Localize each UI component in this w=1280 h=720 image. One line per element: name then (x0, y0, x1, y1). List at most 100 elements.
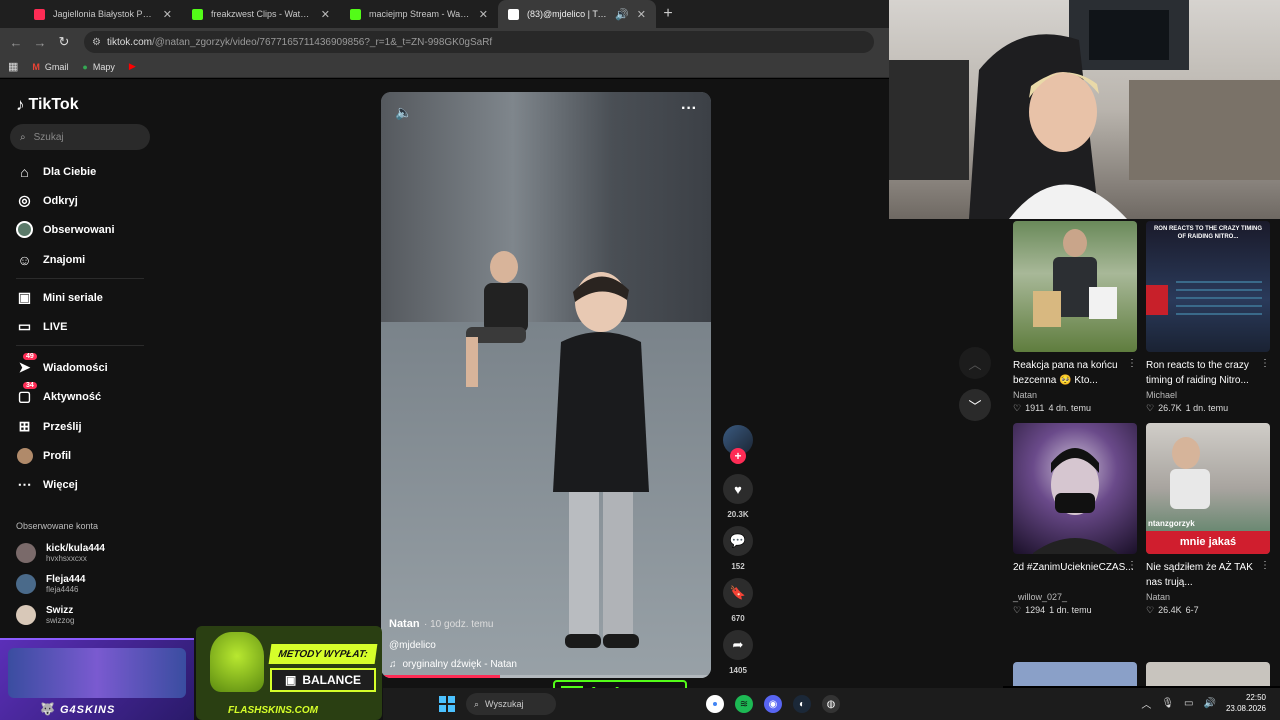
nav-item-mini-series[interactable]: ▣ Mini seriale (16, 289, 103, 306)
close-tab-icon[interactable]: ✕ (163, 8, 172, 21)
share-count: 1405 (729, 666, 747, 675)
forward-icon[interactable]: → (32, 35, 48, 50)
video-progress-bar[interactable] (381, 675, 711, 678)
url-input[interactable]: ⚙ tiktok.com/@natan_zgorzyk/video/767716… (84, 31, 874, 53)
video-progress-fill (381, 675, 500, 678)
followed-account[interactable]: Fleja444 fleja4446 (16, 574, 85, 594)
speaker-icon[interactable]: 🔊 (615, 8, 629, 21)
browser-tab[interactable]: freakzwest Clips - Watch Live o ✕ (182, 0, 340, 28)
discord-icon[interactable]: ◉ (764, 695, 782, 713)
like-button[interactable]: ♥ 20.3K (720, 474, 756, 519)
grid-video-card[interactable]: ntanzgorzyk mnie jakaś ⋮ Nie sądziłem że… (1146, 423, 1270, 616)
video-thumbnail-partial[interactable] (1146, 662, 1270, 686)
nav-item-upload[interactable]: ⊞ Prześlij (16, 418, 82, 435)
maps-pin-icon: ● (82, 61, 88, 72)
bookmark-gmail[interactable]: M Gmail (32, 62, 68, 72)
close-tab-icon[interactable]: ✕ (479, 8, 488, 21)
comment-button[interactable]: 💬 152 (720, 526, 756, 571)
nav-item-explore[interactable]: ◎ Odkryj (16, 192, 77, 209)
url-path: /@natan_zgorzyk/video/767716571143690985… (151, 36, 493, 48)
video-thumbnail: RON REACTS TO THE CRAZY TIMING OF RAIDIN… (1146, 221, 1270, 352)
nav-item-friends[interactable]: ☺ Znajomi (16, 251, 85, 268)
volume-icon[interactable]: 🔈 (395, 104, 412, 121)
chrome-icon[interactable] (706, 695, 724, 713)
grid-video-card[interactable]: ⋮ Reakcja pana na końcu bezcenna 🥺 Kto..… (1013, 221, 1137, 414)
apps-icon[interactable]: ▦ (8, 60, 18, 73)
followed-account[interactable]: Swizz swizzog (16, 605, 74, 625)
obs-icon[interactable]: ◍ (822, 695, 840, 713)
save-button[interactable]: 🔖 670 (720, 578, 756, 623)
tab-title: freakzwest Clips - Watch Live o (211, 9, 313, 19)
tray-chevron-up-icon[interactable]: ︿ (1141, 696, 1151, 711)
bookmark-maps[interactable]: ● Mapy (82, 62, 114, 72)
thumb-caption: mnie jakaś (1146, 531, 1270, 554)
nav-item-activity[interactable]: ▢ 34 Aktywność (16, 382, 101, 405)
reload-icon[interactable]: ↻ (56, 34, 72, 50)
bookmark-youtube[interactable]: ▶ (129, 61, 136, 72)
flashskins-banner: METODY WYPŁAT: ▣ BALANCE FLASHSKINS.COM (196, 626, 382, 720)
sound-label: oryginalny dźwięk - Natan (402, 659, 518, 670)
thumb-handle: ntanzgorzyk (1148, 519, 1195, 528)
chevron-down-icon: ﹀ (968, 398, 982, 414)
browser-tab[interactable]: Jagiellonia Białystok PFR (@jag ✕ (24, 0, 182, 28)
volume-icon[interactable]: 🔊 (1204, 698, 1216, 709)
card-more-icon[interactable]: ⋮ (1127, 358, 1137, 369)
next-video-button[interactable]: ﹀ (959, 389, 991, 421)
card-author: Natan (1013, 390, 1038, 400)
activity-icon: ▢ 34 (16, 382, 37, 405)
back-icon[interactable]: ← (8, 35, 24, 50)
card-more-icon[interactable]: ⋮ (1260, 358, 1270, 369)
close-tab-icon[interactable]: ✕ (637, 8, 646, 21)
video-person (553, 272, 649, 648)
account-handle: hvxhsxxcxx (46, 554, 87, 563)
followed-account[interactable]: kick/kula444 hvxhsxxcxx (16, 543, 105, 563)
site-info-icon[interactable]: ⚙ (92, 37, 101, 48)
video-thumbnail-partial[interactable] (1013, 662, 1137, 686)
steam-icon[interactable]: ◐ (793, 695, 811, 713)
tiktok-logo[interactable]: ♪ TikTok (16, 95, 79, 115)
spotify-icon[interactable]: ≋ (735, 695, 753, 713)
messages-badge: 49 (23, 353, 37, 360)
nav-item-messages[interactable]: ➤ 49 Wiadomości (16, 353, 108, 376)
heart-icon: ♡ (1013, 403, 1022, 413)
nav-item-profile[interactable]: Profil (16, 447, 71, 464)
nav-item-more[interactable]: ⋯ Więcej (16, 476, 78, 493)
windows-start-icon[interactable] (439, 696, 455, 712)
follow-plus-icon[interactable]: + (730, 448, 746, 464)
bookmarks-bar: ▦ M Gmail ● Mapy ▶ (0, 56, 889, 78)
clock[interactable]: 22:50 23.08.2026 (1226, 692, 1266, 714)
share-icon: ➦ (723, 630, 753, 660)
search-placeholder: Szukaj (33, 131, 64, 143)
activity-badge: 34 (23, 382, 37, 389)
video-player[interactable]: 🔈 ··· Natan · 10 godz. temu @mjdelico ♫ o… (381, 92, 711, 678)
nav-item-following[interactable]: Obserwowani (16, 221, 115, 238)
webcam-scene (889, 0, 1280, 219)
network-icon[interactable]: ▭ (1184, 698, 1193, 709)
video-handle[interactable]: @mjdelico (389, 640, 699, 651)
card-more-icon[interactable]: ⋮ (1127, 560, 1137, 571)
clock-date: 23.08.2026 (1225, 704, 1266, 713)
sidebar-divider (16, 345, 144, 346)
card-more-icon[interactable]: ⋮ (1260, 560, 1270, 571)
grid-video-card[interactable]: RON REACTS TO THE CRAZY TIMING OF RAIDIN… (1146, 221, 1270, 414)
close-tab-icon[interactable]: ✕ (321, 8, 330, 21)
video-author[interactable]: Natan (389, 618, 420, 630)
card-ago: 1 dn. temu (1185, 403, 1229, 413)
browser-tab-active[interactable]: (83)@mjdelico | TikTok 🔊 ✕ (498, 0, 656, 28)
card-views: 1294 (1025, 605, 1046, 615)
new-tab-button[interactable]: + (656, 0, 680, 28)
microphone-icon[interactable]: 🎙 (1161, 698, 1174, 709)
taskbar-search[interactable]: ⌕ Wyszukaj (466, 693, 556, 715)
nav-item-live[interactable]: ▭ LIVE (16, 318, 68, 335)
address-bar: ← → ↻ ⚙ tiktok.com/@natan_zgorzyk/video/… (0, 28, 889, 56)
nav-item-for-you[interactable]: ⌂ Dla Ciebie (16, 163, 96, 180)
more-options-icon[interactable]: ··· (681, 100, 697, 118)
share-button[interactable]: ➦ 1405 (720, 630, 756, 675)
browser-tab[interactable]: maciejmp Stream - Watch Live ✕ (340, 0, 498, 28)
search-input[interactable]: ⌕ Szukaj (10, 124, 150, 150)
heart-icon: ♡ (1013, 605, 1022, 615)
grid-video-card[interactable]: ⋮ 2d #ZanimUcieknieCZAS... _willow_027_ … (1013, 423, 1137, 616)
video-sound[interactable]: ♫ oryginalny dźwięk - Natan (389, 659, 699, 670)
previous-video-button[interactable]: ︿ (959, 347, 991, 379)
nav-label: Dla Ciebie (43, 165, 97, 178)
